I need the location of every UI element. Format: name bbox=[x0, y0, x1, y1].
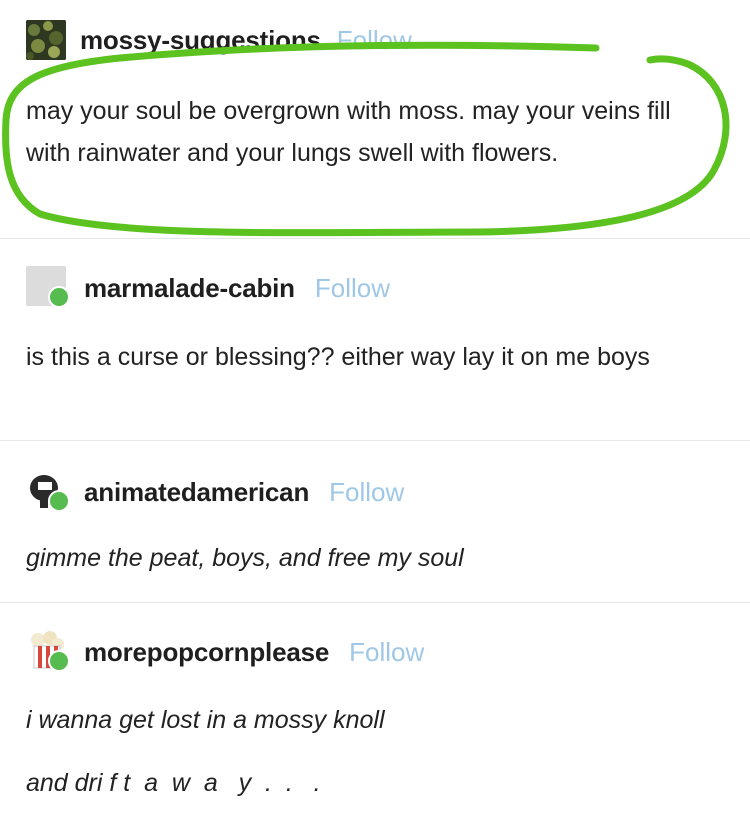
post-text-animatedamerican: gimme the peat, boys, and free my soul bbox=[26, 544, 464, 572]
username-marmalade-cabin[interactable]: marmalade-cabin bbox=[84, 273, 295, 304]
avatar-marmalade-cabin[interactable] bbox=[26, 266, 70, 310]
follow-button-animatedamerican[interactable]: Follow bbox=[329, 477, 404, 508]
follow-button-marmalade-cabin[interactable]: Follow bbox=[315, 273, 390, 304]
avatar-mossy-suggestions[interactable] bbox=[26, 20, 66, 60]
post-text-morepopcornplease-line1: i wanna get lost in a mossy knoll bbox=[26, 706, 385, 734]
post-text-marmalade-cabin: is this a curse or blessing?? either way… bbox=[26, 343, 650, 371]
avatar-animatedamerican[interactable] bbox=[26, 470, 70, 514]
username-animatedamerican[interactable]: animatedamerican bbox=[84, 477, 309, 508]
divider bbox=[0, 602, 750, 603]
post-text-mossy-suggestions: may your soul be overgrown with moss. ma… bbox=[26, 97, 671, 167]
follow-button-mossy-suggestions[interactable]: Follow bbox=[337, 25, 412, 56]
post-header-morepopcornplease: morepopcornplease Follow bbox=[26, 630, 424, 674]
post-header-mossy-suggestions: mossy-suggestions Follow bbox=[26, 20, 412, 60]
reblog-icon bbox=[48, 490, 70, 512]
post-header-animatedamerican: animatedamerican Follow bbox=[26, 470, 404, 514]
avatar-morepopcornplease[interactable] bbox=[26, 630, 70, 674]
divider bbox=[0, 440, 750, 441]
reblog-icon bbox=[48, 650, 70, 672]
moss-avatar-icon bbox=[26, 20, 66, 60]
username-mossy-suggestions[interactable]: mossy-suggestions bbox=[80, 25, 321, 56]
tumblr-post-thread: { "posts": [ { "username": "mossy-sugges… bbox=[0, 0, 750, 818]
follow-button-morepopcornplease[interactable]: Follow bbox=[349, 637, 424, 668]
post-text-morepopcornplease-line2: and dri f t a w a y . . . bbox=[26, 769, 321, 797]
divider bbox=[0, 238, 750, 239]
reblog-icon bbox=[48, 286, 70, 308]
username-morepopcornplease[interactable]: morepopcornplease bbox=[84, 637, 329, 668]
post-header-marmalade-cabin: marmalade-cabin Follow bbox=[26, 266, 390, 310]
